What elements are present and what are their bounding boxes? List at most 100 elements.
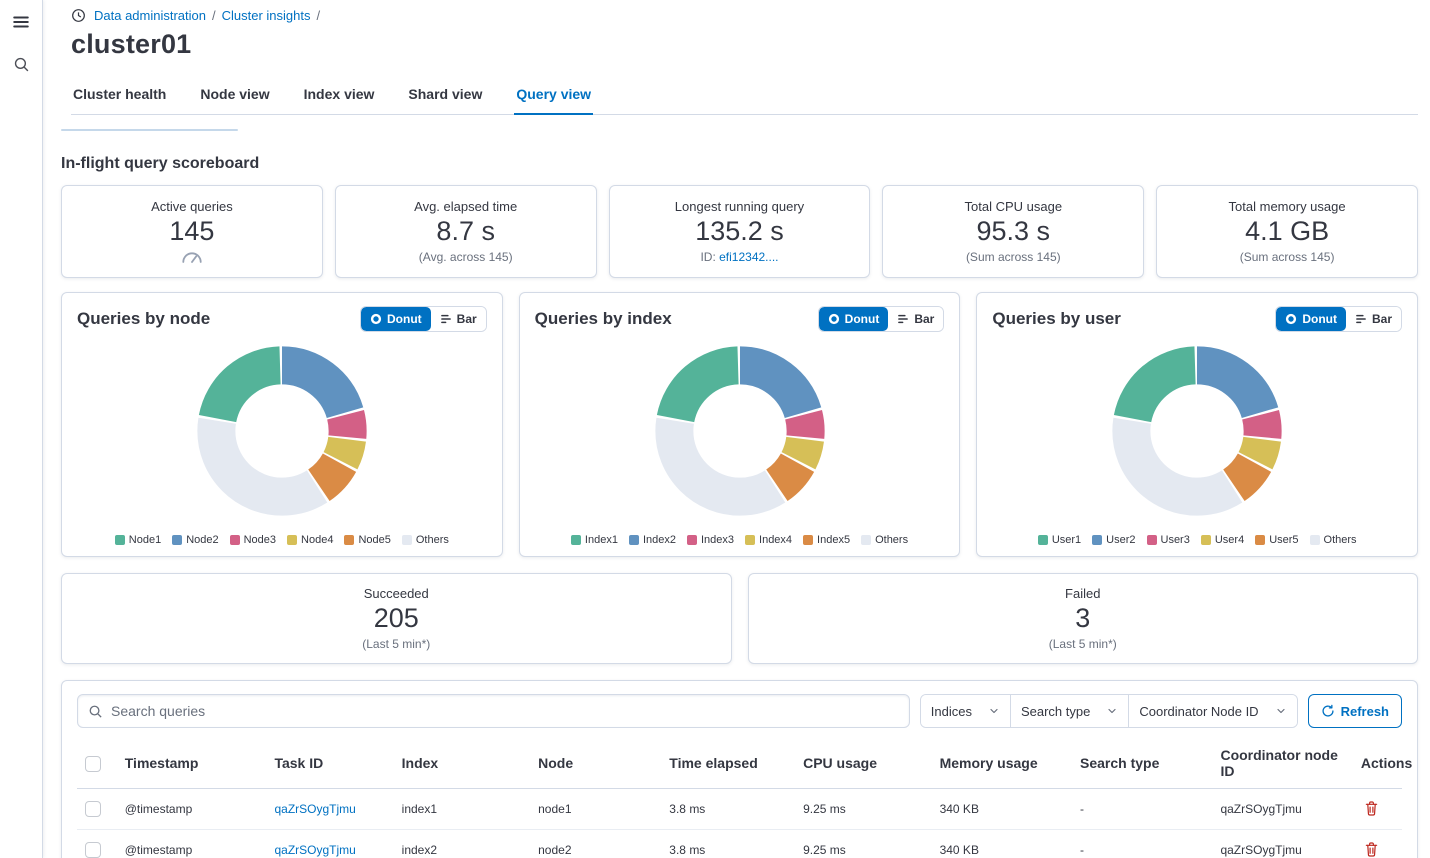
bar-toggle-label: Bar <box>914 312 934 326</box>
stat-card-total-cpu-usage: Total CPU usage95.3 s(Sum across 145) <box>882 185 1144 278</box>
select-all-header <box>77 738 117 789</box>
tab-cluster-health[interactable]: Cluster health <box>71 78 168 115</box>
cell-cpu-usage: 9.25 ms <box>795 830 931 858</box>
query-table-panel: IndicesSearch typeCoordinator Node ID Re… <box>61 680 1418 858</box>
bar-toggle-button[interactable]: Bar <box>888 307 943 331</box>
stat-value: 4.1 GB <box>1165 216 1409 247</box>
history-icon[interactable] <box>71 8 86 23</box>
donut-toggle-label: Donut <box>1302 312 1337 326</box>
bar-icon <box>897 313 909 325</box>
chart-type-toggle: Donut Bar <box>818 306 945 332</box>
column-header-coordinator-node-id: Coordinator node ID <box>1212 738 1352 789</box>
chart-legend: Node1 Node2 Node3 Node4 Node5 Others <box>77 534 487 546</box>
task-id-link[interactable]: qaZrSOygTjmu <box>274 843 355 857</box>
donut-toggle-button[interactable]: Donut <box>1276 307 1346 331</box>
task-id-link[interactable]: qaZrSOygTjmu <box>274 802 355 816</box>
stat-card-active-queries: Active queries145 <box>61 185 323 278</box>
legend-item-index1[interactable]: Index1 <box>571 534 618 546</box>
table-row: @timestampqaZrSOygTjmuindex2node23.8 ms9… <box>77 830 1402 858</box>
stat-subtext: (Sum across 145) <box>1165 250 1409 264</box>
panel-queries-by-user: Queries by userDonutBarUser1User2User3Us… <box>976 292 1418 557</box>
stat-subtext: (Avg. across 145) <box>344 250 588 264</box>
query-id-link[interactable]: efi12342.... <box>719 250 778 264</box>
stat-title: Longest running query <box>618 199 862 214</box>
view-toggle-live-view[interactable]: Live view <box>62 130 137 131</box>
donut-panel-row: Queries by nodeDonutBarNode1Node2Node3No… <box>61 292 1418 557</box>
legend-swatch <box>230 535 240 545</box>
row-checkbox[interactable] <box>85 842 101 858</box>
bar-toggle-button[interactable]: Bar <box>431 307 486 331</box>
legend-item-node3[interactable]: Node3 <box>230 534 276 546</box>
legend-item-user3[interactable]: User3 <box>1147 534 1190 546</box>
chart-legend: Index1 Index2 Index3 Index4 Index5 Others <box>535 534 945 546</box>
cell-memory-usage: 340 KB <box>932 830 1072 858</box>
donut-chart <box>645 336 835 526</box>
stat-card-row: Active queries145Avg. elapsed time8.7 s(… <box>61 185 1418 278</box>
legend-swatch <box>344 535 354 545</box>
legend-swatch <box>571 535 581 545</box>
breadcrumb-link-cluster-insights[interactable]: Cluster insights <box>222 8 311 23</box>
legend-item-others[interactable]: Others <box>861 534 908 546</box>
counter-title: Succeeded <box>70 586 723 601</box>
legend-item-index4[interactable]: Index4 <box>745 534 792 546</box>
row-select-cell <box>77 789 117 830</box>
search-icon[interactable] <box>7 50 35 78</box>
panel-header: Queries by userDonutBar <box>992 306 1402 332</box>
cell-coordinator-node-id: qaZrSOygTjmu <box>1212 789 1352 830</box>
cell-index: index1 <box>394 789 530 830</box>
legend-item-user2[interactable]: User2 <box>1092 534 1135 546</box>
trash-icon[interactable] <box>1361 840 1382 858</box>
legend-item-others[interactable]: Others <box>1310 534 1357 546</box>
donut-chart <box>187 336 377 526</box>
chart-legend: User1 User2 User3 User4 User5 Others <box>992 534 1402 546</box>
cell-memory-usage: 340 KB <box>932 789 1072 830</box>
legend-item-node5[interactable]: Node5 <box>344 534 390 546</box>
legend-item-others[interactable]: Others <box>402 534 449 546</box>
legend-label: Index3 <box>701 534 734 546</box>
legend-item-user4[interactable]: User4 <box>1201 534 1244 546</box>
legend-swatch <box>629 535 639 545</box>
breadcrumb-link-data-administration[interactable]: Data administration <box>94 8 206 23</box>
row-select-cell <box>77 830 117 858</box>
donut-chart <box>1102 336 1292 526</box>
legend-item-node1[interactable]: Node1 <box>115 534 161 546</box>
trash-icon[interactable] <box>1361 799 1382 818</box>
row-checkbox[interactable] <box>85 801 101 817</box>
stat-value: 95.3 s <box>891 216 1135 247</box>
view-toggle-top-n-queries[interactable]: Top n queries <box>137 130 237 131</box>
legend-item-index3[interactable]: Index3 <box>687 534 734 546</box>
tab-shard-view[interactable]: Shard view <box>406 78 484 115</box>
chevron-down-icon <box>1275 705 1287 717</box>
panel-header: Queries by indexDonutBar <box>535 306 945 332</box>
filter-indices[interactable]: Indices <box>921 695 1011 727</box>
filter-search-type[interactable]: Search type <box>1011 695 1129 727</box>
legend-item-user5[interactable]: User5 <box>1255 534 1298 546</box>
donut-toggle-button[interactable]: Donut <box>819 307 889 331</box>
stat-value: 135.2 s <box>618 216 862 247</box>
refresh-label: Refresh <box>1341 704 1389 719</box>
tab-index-view[interactable]: Index view <box>302 78 377 115</box>
menu-icon[interactable] <box>7 8 35 36</box>
chevron-down-icon <box>988 705 1000 717</box>
donut-toggle-button[interactable]: Donut <box>361 307 431 331</box>
donut-chart-wrap <box>535 336 945 526</box>
bar-toggle-button[interactable]: Bar <box>1346 307 1401 331</box>
refresh-button[interactable]: Refresh <box>1308 694 1402 728</box>
tab-node-view[interactable]: Node view <box>198 78 271 115</box>
column-header-cpu-usage: CPU usage <box>795 738 931 789</box>
select-all-checkbox[interactable] <box>85 756 101 772</box>
legend-item-user1[interactable]: User1 <box>1038 534 1081 546</box>
page-title: cluster01 <box>71 29 1418 60</box>
legend-item-node2[interactable]: Node2 <box>172 534 218 546</box>
filter-group: IndicesSearch typeCoordinator Node ID <box>920 694 1298 728</box>
column-header-search-type: Search type <box>1072 738 1212 789</box>
tab-query-view[interactable]: Query view <box>514 78 593 115</box>
filter-coordinator-node-id[interactable]: Coordinator Node ID <box>1129 695 1296 727</box>
search-input[interactable] <box>111 703 899 719</box>
legend-item-index2[interactable]: Index2 <box>629 534 676 546</box>
breadcrumb-separator: / <box>212 8 216 23</box>
cell-time-elapsed: 3.8 ms <box>661 830 795 858</box>
app-sidebar <box>0 0 43 858</box>
legend-item-node4[interactable]: Node4 <box>287 534 333 546</box>
legend-item-index5[interactable]: Index5 <box>803 534 850 546</box>
